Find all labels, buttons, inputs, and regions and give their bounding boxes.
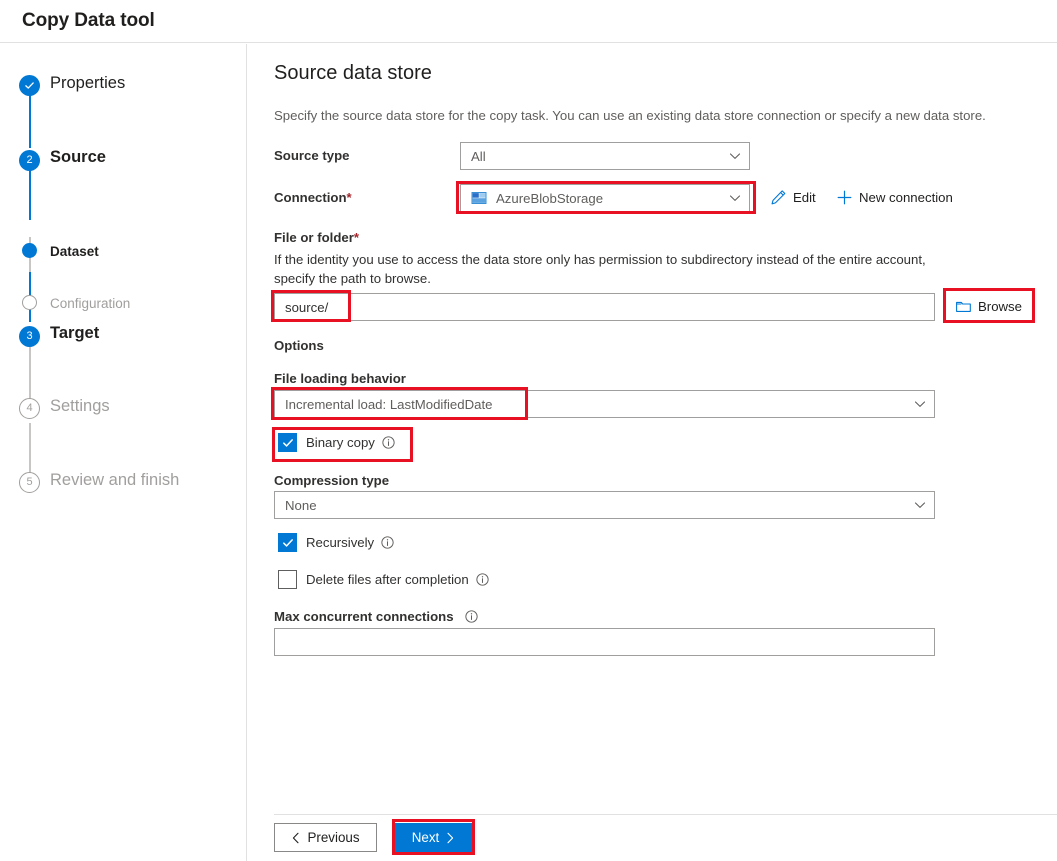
check-icon <box>282 538 293 547</box>
compression-type-label: Compression type <box>274 473 390 488</box>
required-asterisk: * <box>346 190 352 205</box>
sidebar-item-label: Configuration <box>50 296 131 311</box>
new-connection-label: New connection <box>859 190 953 205</box>
delete-files-checkbox-row[interactable]: Delete files after completion <box>278 570 489 589</box>
info-icon[interactable] <box>464 610 478 623</box>
window-title: Copy Data tool <box>22 10 155 31</box>
chevron-down-icon <box>914 401 926 407</box>
connection-value: AzureBlobStorage <box>496 190 604 206</box>
required-asterisk: * <box>353 230 360 245</box>
pencil-icon <box>771 190 786 205</box>
edit-connection-button[interactable]: Edit <box>770 189 816 206</box>
rail-connector-5 <box>29 341 31 403</box>
sidebar-item-label: Review and finish <box>50 471 180 489</box>
sidebar-item-label: Dataset <box>50 244 99 259</box>
connection-label: Connection* <box>274 190 352 205</box>
step-number-2: 2 <box>19 149 40 171</box>
binary-copy-checkbox[interactable] <box>278 433 297 452</box>
page-description: Specify the source data store for the co… <box>274 108 986 123</box>
file-or-folder-help-text: If the identity you use to access the da… <box>274 252 926 286</box>
recursively-checkbox-row[interactable]: Recursively <box>278 533 394 552</box>
chevron-down-icon <box>729 195 741 201</box>
options-heading: Options <box>274 338 324 353</box>
file-or-folder-label: File or folder* <box>274 230 359 245</box>
azure-blob-storage-icon <box>471 192 487 204</box>
ring-icon <box>22 295 37 310</box>
delete-files-label: Delete files after completion <box>306 572 469 587</box>
connection-label-text: Connection <box>274 190 347 205</box>
file-or-folder-value: source/ <box>285 299 329 315</box>
wizard-sidebar: Properties 2 Source Dataset Configuratio… <box>0 44 247 861</box>
file-loading-behavior-value: Incremental load: LastModifiedDate <box>285 396 493 412</box>
dot-icon <box>22 243 37 258</box>
step-number-3: 3 <box>19 325 40 347</box>
check-icon <box>282 438 293 447</box>
recursively-label: Recursively <box>306 535 375 550</box>
copy-data-tool-window: Copy Data tool Properties 2 Source Datas… <box>0 0 1057 861</box>
footer-divider <box>274 814 1057 815</box>
sidebar-item-label: Settings <box>50 397 110 415</box>
sidebar-item-label: Source <box>50 148 106 166</box>
previous-label: Previous <box>307 830 360 845</box>
next-button[interactable]: Next <box>394 823 473 852</box>
source-type-label: Source type <box>274 148 350 163</box>
info-icon[interactable] <box>381 536 394 549</box>
max-concurrent-connections-label: Max concurrent connections <box>274 609 454 624</box>
info-icon[interactable] <box>382 436 395 449</box>
delete-files-checkbox[interactable] <box>278 570 297 589</box>
step-number-5: 5 <box>19 471 40 493</box>
rail-connector-2 <box>29 167 31 220</box>
compression-type-value: None <box>285 497 317 513</box>
chevron-down-icon <box>729 153 741 159</box>
next-label: Next <box>411 830 440 845</box>
step-number-4: 4 <box>19 397 40 419</box>
browse-label: Browse <box>978 299 1022 314</box>
check-icon <box>19 74 40 96</box>
rail-connector-1 <box>29 92 31 148</box>
connection-dropdown[interactable]: AzureBlobStorage <box>460 184 750 212</box>
source-data-store-panel: Source data store Specify the source dat… <box>248 44 1057 861</box>
binary-copy-checkbox-row[interactable]: Binary copy <box>278 433 395 452</box>
binary-copy-label: Binary copy <box>306 435 375 450</box>
rail-connector-6 <box>29 423 31 479</box>
file-or-folder-input[interactable]: source/ <box>274 293 935 321</box>
chevron-right-icon <box>447 832 454 843</box>
file-loading-behavior-dropdown[interactable]: Incremental load: LastModifiedDate <box>274 390 935 418</box>
chevron-left-icon <box>293 832 299 843</box>
chevron-down-icon <box>914 502 926 508</box>
file-loading-behavior-label: File loading behavior <box>274 371 406 386</box>
window-title-bar: Copy Data tool <box>0 0 1057 43</box>
source-type-dropdown[interactable]: All <box>460 142 750 170</box>
sidebar-item-label: Properties <box>50 74 126 92</box>
source-type-value: All <box>471 148 486 164</box>
edit-connection-label: Edit <box>793 190 816 205</box>
max-concurrent-connections-input[interactable] <box>274 628 935 656</box>
page-title: Source data store <box>274 62 432 84</box>
info-icon[interactable] <box>476 573 489 586</box>
browse-button[interactable]: Browse <box>955 298 1022 315</box>
max-concurrent-connections-label-row: Max concurrent connections <box>274 609 478 624</box>
compression-type-dropdown[interactable]: None <box>274 491 935 519</box>
previous-button[interactable]: Previous <box>274 823 377 852</box>
sidebar-item-label: Target <box>50 324 100 342</box>
folder-icon <box>956 301 971 312</box>
plus-icon <box>837 190 852 205</box>
new-connection-button[interactable]: New connection <box>836 189 953 206</box>
recursively-checkbox[interactable] <box>278 533 297 552</box>
file-or-folder-label-text: File or folder <box>274 230 354 245</box>
